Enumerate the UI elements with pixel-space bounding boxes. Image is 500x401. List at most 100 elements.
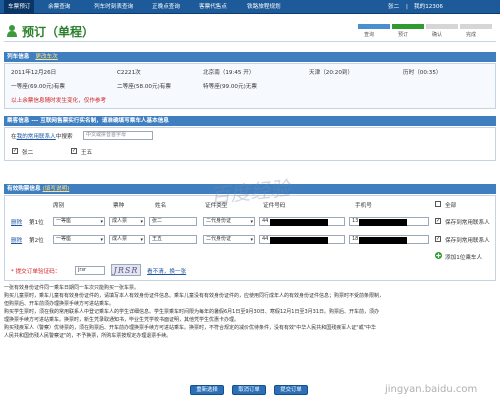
train-number: C2221次 <box>117 70 141 76</box>
delete-row-1[interactable]: 删除 <box>11 218 22 226</box>
step-complete: 完成 <box>466 32 477 38</box>
step-confirm: 确认 <box>432 32 443 38</box>
nav-ticket-booking[interactable]: 车票预订 <box>4 0 35 14</box>
step-bar-complete <box>460 24 492 29</box>
availability-warning: 以上余票信息随时发生变化，仅作参考 <box>11 98 107 104</box>
row-2-save-label: 保存到常用联系人 <box>445 238 490 244</box>
nav-agency[interactable]: 客票代售点 <box>199 0 227 14</box>
note-3: 但购票后、开车前须办理换票手续方可进站乘车。 <box>4 301 115 307</box>
note-5: 理换票手续方可进站乘车。换票时，新生凭录取通知书，毕业生凭学校书面证明，其他凭学… <box>4 317 240 323</box>
step-bar-confirm <box>426 24 458 29</box>
passenger-info-header: 乘客信息 --- 互联网售票实行实名制，请准确填写乘车人基本信息 <box>4 116 496 126</box>
row-1-index: 第1位 <box>29 220 44 226</box>
row-1-phone-input[interactable]: 13 <box>349 217 429 226</box>
col-ticket-type: 票种 <box>113 203 125 209</box>
trip-duration: 历时（00:35） <box>403 70 442 76</box>
step-booking: 预订 <box>398 32 409 38</box>
user-separator: | <box>406 4 408 10</box>
redaction-bar <box>270 219 328 226</box>
passenger-info-title: 乘客信息 --- 互联网售票实行实名制，请准确填写乘车人基本信息 <box>7 118 169 124</box>
row-1-seat-select[interactable]: 一等座 ▾ <box>53 217 105 226</box>
row-2-id-type-select[interactable]: 二代身份证 ▾ <box>203 235 255 244</box>
step-bar-query <box>358 24 390 29</box>
ticket-info-box: 席别 票种 姓名 证件类型 证件号码 手机号 全部 删除 第1位 一等座 ▾ 成人… <box>4 195 496 281</box>
contact-name-2: 王五 <box>81 150 93 156</box>
page-title: 预订（单程） <box>22 25 95 39</box>
contact-checkbox-2[interactable]: ✓ <box>71 148 77 154</box>
select-all-checkbox[interactable] <box>435 201 441 207</box>
cancel-order-button[interactable]: 取消订单 <box>232 385 266 395</box>
contact-name-1: 张二 <box>22 150 34 156</box>
my-contacts-link[interactable]: 我的常用联系人 <box>17 134 56 140</box>
row-1-id-type-select[interactable]: 二代身份证 ▾ <box>203 217 255 226</box>
row-2-id-number-input[interactable]: 44 <box>259 235 345 244</box>
captcha-label: * 提交订单验证码： <box>11 269 61 275</box>
passenger-info-box: 在我的常用联系人中搜索 中文或拼音首字母 ✓ 张二 ✓ 王五 <box>4 127 496 161</box>
chevron-down-icon: ▾ <box>250 237 253 243</box>
train-info-header: 列车信息 更改车次 <box>4 52 496 62</box>
redaction-bar <box>359 237 407 244</box>
step-query: 查询 <box>364 32 375 38</box>
notes-section: 一张有效身份证件同一乘车日期同一车次只能购买一张车票。 购买儿童票时，乘车儿童有… <box>4 284 496 340</box>
train-info-title: 列车信息 <box>7 54 30 60</box>
note-1: 一张有效身份证件同一乘车日期同一车次只能购买一张车票。 <box>4 285 140 291</box>
row-1-ticket-type-select[interactable]: 成人票 ▾ <box>109 217 145 226</box>
fill-instructions-link[interactable]: (填写说明) <box>43 186 70 192</box>
captcha-refresh-link[interactable]: 看不清，换一张 <box>147 267 186 275</box>
col-phone: 手机号 <box>355 203 372 209</box>
contact-checkbox-1[interactable]: ✓ <box>12 148 18 154</box>
departure-station: 北京南（19:45 开） <box>203 70 255 76</box>
change-train-link[interactable]: 更改车次 <box>35 54 57 60</box>
user-icon <box>7 25 17 37</box>
chevron-down-icon: ▾ <box>250 219 253 225</box>
row-2-index: 第2位 <box>29 238 44 244</box>
seat-first-class: 一等座(69.00元)有票 <box>11 84 65 90</box>
nav-trip-planner[interactable]: 铁路旅程规划 <box>247 0 281 14</box>
note-2: 购买儿童票时，乘车儿童有有效身份证件的，请填写本人有效身份证件信息。乘车儿童没有… <box>4 293 385 299</box>
seat-business-class: 特等座(99.00元)无票 <box>203 84 257 90</box>
row-2-seat-select[interactable]: 一等座 ▾ <box>53 235 105 244</box>
submit-order-button[interactable]: 提交订单 <box>274 385 308 395</box>
contacts-search-label: 在我的常用联系人中搜索 <box>11 134 73 140</box>
row-1-id-number-input[interactable]: 44 <box>259 217 345 226</box>
user-name[interactable]: 张二 <box>388 0 399 14</box>
top-nav: 车票预订 余票查询 列车时刻表查询 正晚点查询 客票代售点 铁路旅程规划 张二 … <box>0 0 500 14</box>
nav-remaining-tickets[interactable]: 余票查询 <box>48 0 70 14</box>
note-7: 人民共和国伤残人民警察证"的，不予换票，所购车票按规定办理退票手续。 <box>4 333 172 339</box>
nav-timetable[interactable]: 列车时刻表查询 <box>94 0 133 14</box>
row-1-save-checkbox[interactable]: ✓ <box>435 218 441 224</box>
step-bar-booking <box>392 24 424 29</box>
note-4: 购买学生票时，须在我的常用联系人中登记乘车人的学生详细信息。学生票乘车时间限为每… <box>4 309 380 315</box>
delete-row-2[interactable]: 删除 <box>11 236 22 244</box>
add-passenger-link[interactable]: 添加1位乘车人 <box>445 253 482 261</box>
row-1-save-label: 保存到常用联系人 <box>445 220 490 226</box>
chevron-down-icon: ▾ <box>140 237 143 243</box>
chevron-down-icon: ▾ <box>100 219 103 225</box>
contact-search-input[interactable]: 中文或拼音首字母 <box>83 131 153 140</box>
chevron-down-icon: ▾ <box>100 237 103 243</box>
row-2-ticket-type-select[interactable]: 成人票 ▾ <box>109 235 145 244</box>
row-1-name-input[interactable]: 张二 <box>149 217 197 226</box>
captcha-input[interactable]: jrsr <box>75 266 105 275</box>
note-6: 购买残疾军人（警察）优待票的，须在购票后、开车前办理换票手续方可进站乘车。换票时… <box>4 325 376 331</box>
progress-steps: 查询 预订 确认 完成 <box>356 20 496 40</box>
captcha-image[interactable]: JRSR <box>111 264 141 276</box>
col-seat: 席别 <box>53 203 65 209</box>
my-12306-link[interactable]: 我的12306 <box>414 0 443 14</box>
row-2-name-input[interactable]: 王五 <box>149 235 197 244</box>
row-2-save-checkbox[interactable]: ✓ <box>435 236 441 242</box>
ticket-info-title: 有效购票信息 <box>7 186 41 192</box>
watermark-site: jingyan.baidu.com <box>385 384 478 395</box>
add-icon[interactable] <box>435 252 442 259</box>
train-info-box: 2011年12月26日 C2221次 北京南（19:45 开） 天津（20:20… <box>4 63 496 109</box>
seat-second-class: 二等座(58.00元)有票 <box>117 84 171 90</box>
nav-delay-query[interactable]: 正晚点查询 <box>152 0 180 14</box>
row-2-phone-input[interactable]: 18 <box>349 235 429 244</box>
train-date: 2011年12月26日 <box>11 70 57 76</box>
redaction-bar <box>359 219 407 226</box>
reselect-button[interactable]: 重新选择 <box>190 385 224 395</box>
col-name: 姓名 <box>155 203 167 209</box>
redaction-bar <box>270 237 328 244</box>
page-header: 预订（单程） 查询 预订 确认 完成 <box>4 20 496 42</box>
chevron-down-icon: ▾ <box>140 219 143 225</box>
